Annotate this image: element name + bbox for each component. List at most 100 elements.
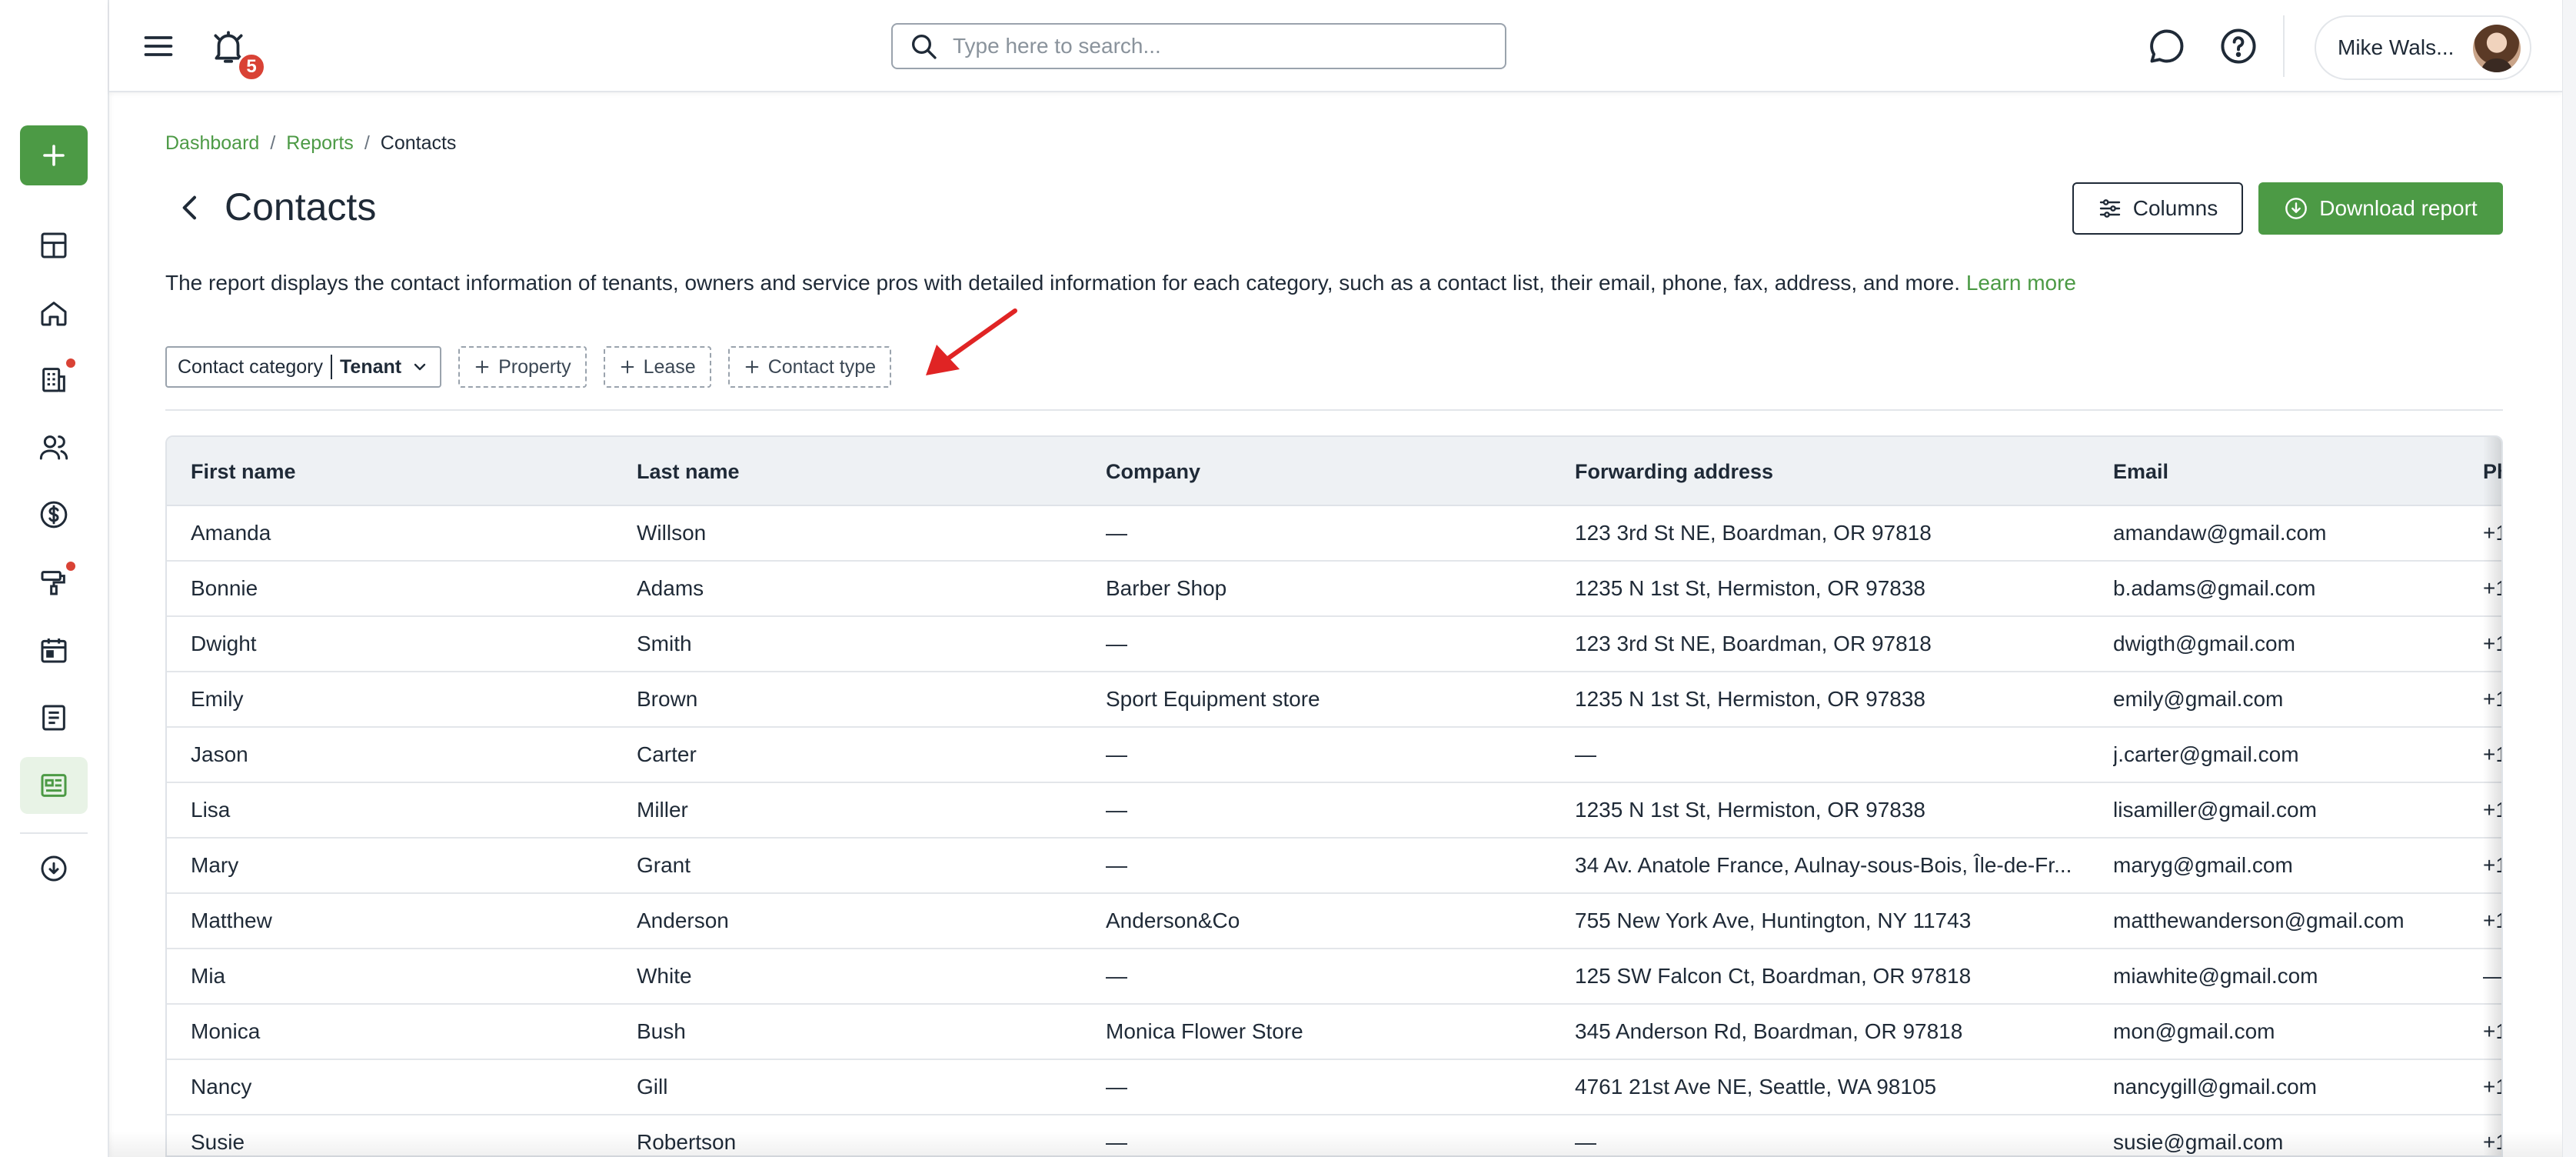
cell-email: amandaw@gmail.com [2113,521,2327,545]
table-row[interactable]: Amanda Willson — 123 3rd St NE, Boardman, O… [167,506,2501,562]
sidebar-item-properties[interactable] [20,285,88,342]
page-scrollbar[interactable] [2562,0,2576,1157]
table-row[interactable]: Lisa Miller — 1235 N 1st St, Hermiston, OR … [167,783,2501,839]
search-icon [912,35,937,59]
sidebar-item-calendar[interactable] [20,622,88,679]
breadcrumb-dashboard[interactable]: Dashboard [165,132,259,155]
plus-icon [745,360,759,374]
sidebar-item-accounting[interactable] [20,486,88,543]
plus-icon [43,145,65,166]
sidebar-item-downloads[interactable] [20,840,88,897]
column-header-phone[interactable]: Ph [2483,437,2501,506]
chat-icon[interactable] [2147,26,2187,66]
report-description: The report displays the contact informat… [165,271,2076,295]
cell-last-name: Brown [637,687,698,711]
learn-more-link[interactable]: Learn more [1966,271,2076,295]
column-header-forwarding-address[interactable]: Forwarding address [1575,437,2075,506]
table-row[interactable]: Susie Robertson — — susie@gmail.com +1 [167,1115,2501,1155]
sidebar-item-reports[interactable] [20,757,88,814]
column-header-company[interactable]: Company [1106,437,1536,506]
back-arrow-icon[interactable] [175,192,206,223]
search-input[interactable] [953,34,1476,58]
breadcrumb: Dashboard / Reports / Contacts [165,132,456,155]
user-menu[interactable]: Mike Wals... [2315,15,2531,80]
download-cloud-icon [41,855,67,882]
plus-icon [621,360,634,374]
cell-phone: +1 [2483,1075,2501,1099]
contact-type-filter-chip[interactable]: Contact type [727,346,892,388]
filter-chip-label: Property [498,355,571,378]
table-row[interactable]: Nancy Gill — 4761 21st Ave NE, Seattle, WA … [167,1060,2501,1115]
table-row[interactable]: Emily Brown Sport Equipment store 1235 N 1s… [167,672,2501,728]
cell-last-name: Carter [637,742,697,766]
dollar-icon [40,501,68,528]
search-bar[interactable] [891,23,1506,69]
cell-last-name: Gill [637,1075,668,1099]
download-report-button[interactable]: Download report [2258,182,2503,235]
topbar-separator [2283,15,2285,77]
sidebar-item-dashboard[interactable] [20,217,88,274]
column-header-last-name[interactable]: Last name [637,437,1067,506]
menu-icon[interactable] [141,29,175,63]
add-new-button[interactable] [20,125,88,185]
table-row[interactable]: Dwight Smith — 123 3rd St NE, Boardman, OR … [167,617,2501,672]
notification-badge: 5 [237,52,266,82]
cell-company: — [1106,1075,1127,1099]
cell-first-name: Emily [191,687,244,711]
plus-icon [475,360,489,374]
columns-button[interactable]: Columns [2072,182,2243,235]
cell-last-name: Robertson [637,1130,737,1154]
download-button-label: Download report [2319,196,2478,220]
sidebar-item-documents[interactable] [20,689,88,746]
cell-last-name: Bush [637,1019,686,1043]
cell-email: dwigth@gmail.com [2113,632,2295,655]
column-header-email[interactable]: Email [2113,437,2444,506]
lease-filter-chip[interactable]: Lease [603,346,711,388]
cell-first-name: Susie [191,1130,245,1154]
sidebar-item-maintenance[interactable] [20,554,88,611]
filter-category-value: Tenant [340,355,402,378]
cell-forwarding-address: 755 New York Ave, Huntington, NY 11743 [1575,909,1972,932]
cell-forwarding-address: 34 Av. Anatole France, Aulnay-sous-Bois,… [1575,853,2072,877]
table-row[interactable]: Mary Grant — 34 Av. Anatole France, Aulnay-… [167,839,2501,894]
filters-divider [165,409,2503,411]
cell-email: emily@gmail.com [2113,687,2284,711]
help-icon[interactable] [2218,26,2258,66]
avatar [2473,25,2521,72]
cell-last-name: Adams [637,576,704,600]
cell-phone: +1 [2483,576,2501,600]
contacts-table: First name Last name Company Forwarding … [165,435,2503,1157]
contact-category-filter[interactable]: Contact category Tenant [165,346,442,388]
sidebar-notification-dot [66,562,75,571]
description-text: The report displays the contact informat… [165,271,1961,295]
table-row[interactable]: Mia White — 125 SW Falcon Ct, Boardman, OR … [167,949,2501,1005]
cell-email: j.carter@gmail.com [2113,742,2299,766]
cell-forwarding-address: 125 SW Falcon Ct, Boardman, OR 97818 [1575,964,1972,988]
cell-email: nancygill@gmail.com [2113,1075,2317,1099]
cell-last-name: White [637,964,692,988]
cell-phone: +1 [2483,1019,2501,1043]
cell-email: susie@gmail.com [2113,1130,2284,1154]
cell-first-name: Matthew [191,909,272,932]
cell-phone: +1 [2483,853,2501,877]
cell-company: — [1106,964,1127,988]
cell-phone: +1 [2483,742,2501,766]
table-row[interactable]: Matthew Anderson Anderson&Co 755 New York A… [167,894,2501,949]
dashboard-icon [41,232,67,258]
breadcrumb-reports[interactable]: Reports [286,132,354,155]
maintenance-icon [41,571,65,595]
table-row[interactable]: Bonnie Adams Barber Shop 1235 N 1st St, Her… [167,562,2501,617]
table-row[interactable]: Monica Bush Monica Flower Store 345 Anderso… [167,1005,2501,1060]
cell-last-name: Willson [637,521,707,545]
cell-first-name: Dwight [191,632,257,655]
table-row[interactable]: Jason Carter — — j.carter@gmail.com +1 [167,728,2501,783]
sidebar-item-leasing[interactable] [20,351,88,408]
home-icon [41,302,67,326]
breadcrumb-separator: / [270,132,276,154]
property-filter-chip[interactable]: Property [458,346,587,388]
column-header-first-name[interactable]: First name [191,437,606,506]
sidebar-item-people[interactable] [20,418,88,475]
cell-phone: +1 [2483,632,2501,655]
filter-bar: Contact category Tenant Property Lease C… [165,346,892,388]
cell-company: — [1106,1130,1127,1154]
